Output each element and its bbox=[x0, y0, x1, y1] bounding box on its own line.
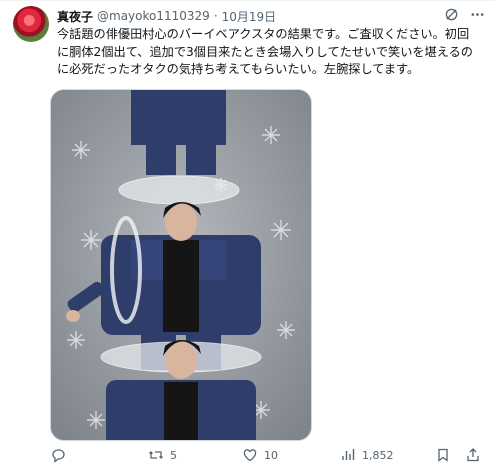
like-button[interactable]: 10 bbox=[242, 447, 278, 463]
retweet-icon bbox=[149, 451, 163, 459]
bookmark-icon bbox=[438, 448, 448, 462]
tweet-text-line: に必死だったオタクの気持ち考えてもらいたい。左腕探してます。 bbox=[57, 62, 420, 76]
share-button[interactable] bbox=[465, 447, 481, 463]
reply-button[interactable] bbox=[50, 447, 72, 463]
acrylic-stand-photo bbox=[51, 90, 311, 440]
retweet-count: 5 bbox=[170, 448, 177, 462]
like-count: 10 bbox=[264, 448, 278, 462]
more-icon[interactable] bbox=[469, 6, 485, 22]
retweet-button[interactable]: 5 bbox=[148, 447, 177, 463]
tweet-actions: 5 10 1,852 bbox=[50, 447, 485, 469]
tweet-date[interactable]: 10月19日 bbox=[222, 8, 277, 25]
header-separator: · bbox=[213, 9, 218, 23]
author-handle[interactable]: @mayoko1110329 bbox=[97, 9, 210, 23]
tweet-photo[interactable] bbox=[50, 89, 312, 441]
views-icon bbox=[342, 449, 355, 460]
tweet-header: 真夜子 @mayoko1110329 · 10月19日 bbox=[57, 6, 276, 26]
timeline-divider bbox=[0, 0, 495, 1]
reply-icon bbox=[52, 449, 65, 463]
avatar[interactable] bbox=[13, 6, 49, 42]
views-count: 1,852 bbox=[362, 448, 394, 462]
tweet-text-line: 今話題の俳優田村心のバーイベアクスタの結果です。ご査収ください。初回 bbox=[57, 27, 470, 41]
bookmark-button[interactable] bbox=[435, 447, 451, 463]
author-name[interactable]: 真夜子 bbox=[57, 8, 93, 25]
grok-icon[interactable] bbox=[443, 6, 459, 22]
views-button[interactable]: 1,852 bbox=[340, 447, 394, 463]
tweet-text-line: に胴体2個出て、追加で3個目来たとき会場入りしてたせいで笑いを堪えるの bbox=[57, 44, 473, 59]
tweet-text: 今話題の俳優田村心のバーイベアクスタの結果です。ご査収ください。初回 に胴体2個… bbox=[57, 26, 487, 79]
like-icon bbox=[243, 449, 257, 462]
share-icon bbox=[467, 448, 479, 462]
tweet-top-icons bbox=[443, 6, 485, 22]
